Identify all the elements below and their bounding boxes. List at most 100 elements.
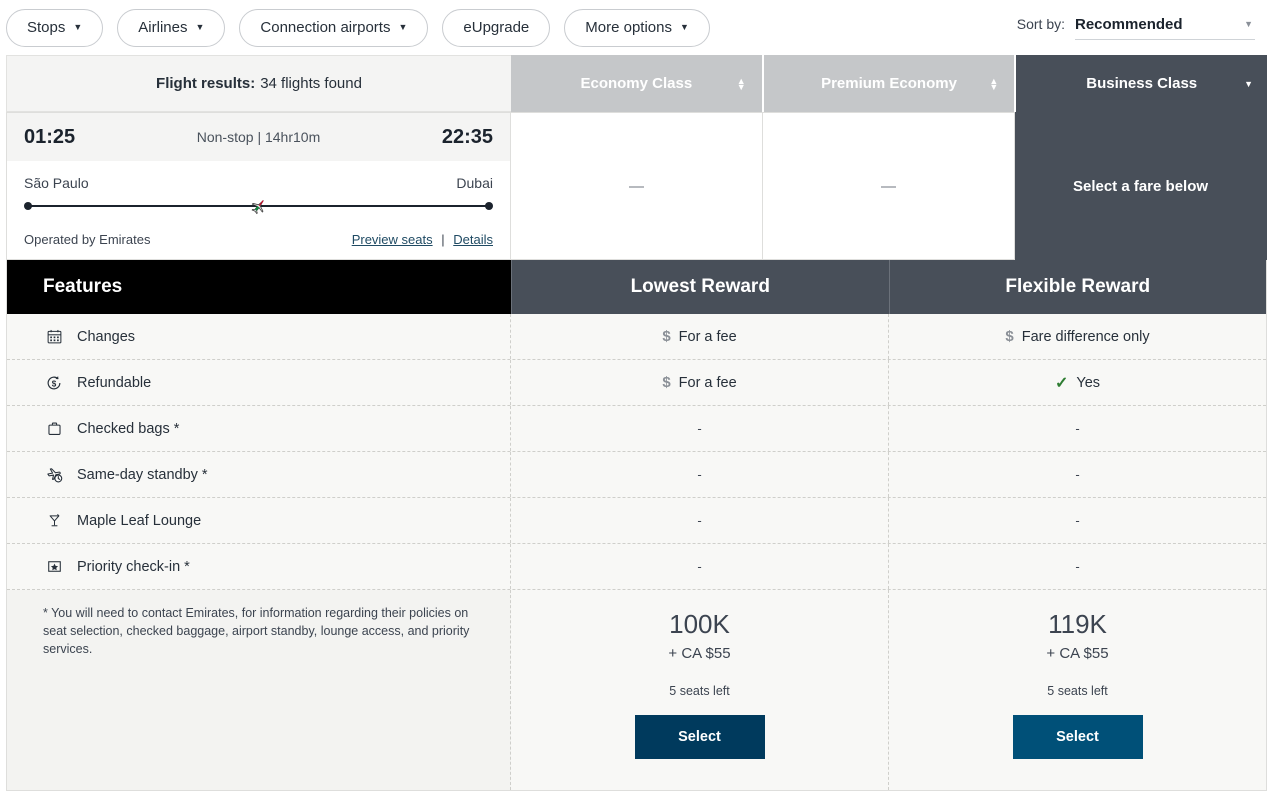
feature-value-flexible: - (888, 544, 1266, 589)
feature-value-lowest: - (511, 406, 888, 451)
fare-comparison-table: Features Lowest Reward Flexible Reward C… (6, 260, 1267, 791)
standby-plane-icon (43, 465, 65, 485)
cabin-tab-business-class[interactable]: Business Class ▼ (1016, 55, 1268, 112)
feature-value-text: - (1075, 513, 1080, 528)
flight-results-summary: Flight results: 34 flights found (6, 55, 511, 112)
destination-city: Dubai (456, 175, 493, 191)
filter-pill-label: eUpgrade (463, 19, 530, 36)
feature-value-text: Yes (1076, 374, 1101, 391)
feature-label: Same-day standby * (77, 466, 208, 483)
route-section: São Paulo Dubai (7, 161, 510, 232)
price-points: 119K (1048, 609, 1107, 639)
cabin-tab-economy-class[interactable]: Economy Class ▲ ▼ (511, 55, 764, 112)
cabin-tab-label: Business Class (1086, 75, 1198, 92)
price-column-flexible-reward: 119K + CA $55 5 seats left Select (888, 590, 1266, 790)
filter-pill-eupgrade[interactable]: eUpgrade (442, 8, 551, 47)
route-cities: São Paulo Dubai (24, 175, 493, 191)
price-cash: + CA $55 (668, 644, 731, 662)
seats-left-text: 5 seats left (669, 683, 730, 698)
dollar-icon: $ (662, 374, 671, 391)
lounge-glass-icon (43, 511, 65, 531)
filter-pill-connection-airports[interactable]: Connection airports ▼ (239, 8, 429, 47)
feature-label: Changes (77, 328, 136, 345)
feature-value-text: - (697, 421, 702, 436)
feature-value-lowest: - (511, 544, 888, 589)
fare-cell-value: — (629, 177, 644, 195)
filter-pill-label: Airlines (138, 19, 188, 36)
details-link[interactable]: Details (453, 232, 493, 247)
link-separator: | (441, 232, 445, 247)
sort-arrows-icon[interactable]: ▲ ▼ (737, 76, 746, 91)
fare-cell-value: Select a fare below (1072, 177, 1209, 195)
feature-name-cell: Priority check-in * (7, 544, 511, 589)
fare-cell-value: — (881, 177, 896, 195)
feature-value-text: - (1075, 421, 1080, 436)
feature-row-changes: Changes $ For a fee $ Fare difference on… (7, 314, 1266, 360)
destination-dot (485, 202, 493, 210)
fare-cell-premium-economy[interactable]: — (763, 112, 1015, 260)
origin-city: São Paulo (24, 175, 89, 191)
filter-pill-label: More options (585, 19, 672, 36)
feature-value-lowest: $ For a fee (511, 360, 888, 405)
chevron-down-icon[interactable]: ▼ (1244, 79, 1253, 89)
feature-value-lowest: - (511, 498, 888, 543)
chevron-down-icon: ▼ (195, 22, 205, 32)
card-links: Preview seats | Details (352, 232, 493, 247)
feature-row-checked-bags: Checked bags * - - (7, 406, 1266, 452)
feature-name-cell: Maple Leaf Lounge (7, 498, 511, 543)
select-button-flexible-reward[interactable]: Select (1012, 714, 1143, 759)
flight-times-bar: 01:25 Non-stop | 14hr10m 22:35 (7, 113, 510, 161)
arrival-time: 22:35 (441, 125, 493, 148)
select-button-lowest-reward[interactable]: Select (634, 714, 765, 759)
column-header-label: Lowest Reward (630, 276, 770, 297)
stops-and-duration: Non-stop | 14hr10m (196, 129, 321, 145)
airplane-icon (251, 200, 264, 215)
feature-row-maple-leaf-lounge: Maple Leaf Lounge - - (7, 498, 1266, 544)
feature-value-flexible: $ Fare difference only (888, 314, 1266, 359)
feature-name-cell: Changes (7, 314, 511, 359)
filter-pill-stops[interactable]: Stops ▼ (6, 8, 104, 47)
feature-value-flexible: - (888, 452, 1266, 497)
sort-by-label: Sort by: (1016, 15, 1065, 32)
filter-pill-more-options[interactable]: More options ▼ (564, 8, 710, 47)
check-icon: ✓ (1054, 374, 1069, 392)
fare-table-header-row: Features Lowest Reward Flexible Reward (7, 260, 1266, 314)
feature-value-lowest: - (511, 452, 888, 497)
feature-value-flexible: - (888, 406, 1266, 451)
price-column-lowest-reward: 100K + CA $55 5 seats left Select (511, 590, 888, 790)
feature-value-text: - (697, 467, 702, 482)
sort-by-select[interactable]: Recommended ▼ (1075, 16, 1255, 40)
feature-value-flexible: ✓ Yes (888, 360, 1266, 405)
column-header-label: Flexible Reward (1005, 276, 1151, 297)
feature-name-cell: Checked bags * (7, 406, 511, 451)
feature-value-text: - (1075, 467, 1080, 482)
feature-value-text: For a fee (678, 374, 737, 391)
filter-bar: Stops ▼ Airlines ▼ Connection airports ▼… (0, 0, 1273, 55)
cabin-tab-premium-economy[interactable]: Premium Economy ▲ ▼ (763, 55, 1017, 112)
flight-results-title: Flight results: (156, 75, 256, 92)
filter-pill-label: Stops (27, 19, 66, 36)
route-line (24, 200, 493, 215)
priority-star-icon (43, 557, 65, 577)
fare-cell-economy[interactable]: — (511, 112, 763, 260)
preview-seats-link[interactable]: Preview seats (352, 232, 433, 247)
chevron-down-icon: ▼ (398, 22, 408, 32)
feature-row-refundable: $ Refundable $ For a fee ✓ Yes (7, 360, 1266, 406)
feature-value-flexible: - (888, 498, 1266, 543)
svg-text:$: $ (52, 379, 57, 388)
operator-and-links: Operated by Emirates Preview seats | Det… (7, 232, 510, 259)
fare-cell-business[interactable]: Select a fare below (1015, 112, 1267, 260)
origin-dot (24, 202, 32, 210)
feature-value-text: Fare difference only (1021, 328, 1150, 345)
chevron-down-icon: ▼ (680, 22, 689, 32)
sort-by-control: Sort by: Recommended ▼ (1017, 16, 1265, 40)
feature-row-same-day-standby: Same-day standby * - - (7, 452, 1266, 498)
column-header-lowest-reward: Lowest Reward (511, 260, 889, 314)
feature-name-cell: $ Refundable (7, 360, 511, 405)
cabin-tab-label: Economy Class (580, 75, 693, 92)
seats-left-text: 5 seats left (1047, 683, 1108, 698)
filter-pill-airlines[interactable]: Airlines ▼ (117, 8, 226, 47)
sort-by-value: Recommended (1075, 15, 1183, 33)
briefcase-icon (43, 419, 65, 439)
sort-arrows-icon[interactable]: ▲ ▼ (989, 76, 998, 91)
